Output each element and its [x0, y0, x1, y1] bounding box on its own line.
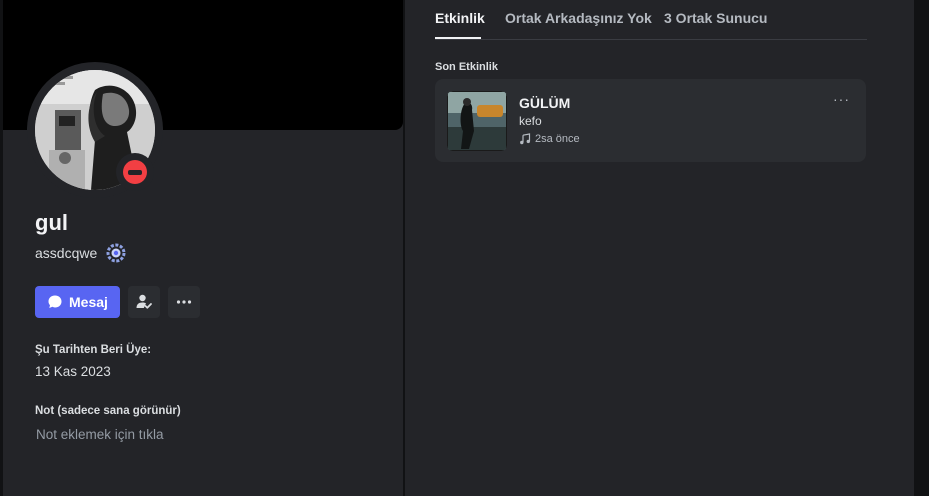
profile-panel: gul assdcqwe Mesaj Şu Tarihten Beri Üye:… — [0, 0, 403, 496]
more-horizontal-icon — [176, 300, 192, 304]
member-since-label: Şu Tarihten Beri Üye: — [35, 344, 152, 356]
activity-card[interactable]: GÜLÜM kefo 2sa önce ··· — [435, 79, 866, 162]
chat-bubble-icon — [48, 295, 62, 308]
more-options-button[interactable] — [167, 286, 200, 318]
dnd-status-icon — [123, 160, 147, 184]
member-since-value: 13 Kas 2023 — [35, 364, 111, 379]
message-button[interactable]: Mesaj — [35, 286, 120, 318]
activity-time-row: 2sa önce — [519, 133, 580, 145]
profile-modal: gul assdcqwe Mesaj Şu Tarihten Beri Üye:… — [0, 0, 929, 496]
album-cover-image — [447, 91, 507, 151]
user-check-icon — [136, 294, 152, 309]
profile-tabs: Etkinlik Ortak Arkadaşınız Yok 3 Ortak S… — [435, 0, 867, 40]
recent-activity-heading: Son Etkinlik — [435, 61, 498, 73]
activity-time: 2sa önce — [535, 133, 580, 145]
display-name: gul — [35, 210, 68, 235]
album-cover — [447, 91, 507, 151]
profile-actions: Mesaj — [35, 286, 200, 318]
tab-mutual-servers[interactable]: 3 Ortak Sunucu — [664, 10, 767, 26]
username-row: assdcqwe — [35, 242, 127, 264]
note-input[interactable]: Not eklemek için tıkla — [36, 427, 164, 442]
song-title: GÜLÜM — [519, 95, 571, 111]
friend-status-button[interactable] — [127, 286, 160, 318]
active-tab-indicator — [435, 37, 481, 39]
username: assdcqwe — [35, 245, 98, 261]
window-edge — [914, 0, 929, 496]
note-label: Not (sadece sana görünür) — [35, 405, 181, 417]
tab-activity[interactable]: Etkinlik — [435, 10, 485, 26]
music-note-icon — [520, 133, 531, 145]
tab-mutual-friends[interactable]: Ortak Arkadaşınız Yok — [505, 10, 652, 26]
message-button-label: Mesaj — [69, 294, 108, 310]
song-artist: kefo — [519, 114, 542, 128]
activity-panel: Etkinlik Ortak Arkadaşınız Yok 3 Ortak S… — [405, 0, 914, 496]
nitro-badge-icon[interactable] — [105, 242, 127, 264]
activity-more-button[interactable]: ··· — [833, 91, 850, 107]
